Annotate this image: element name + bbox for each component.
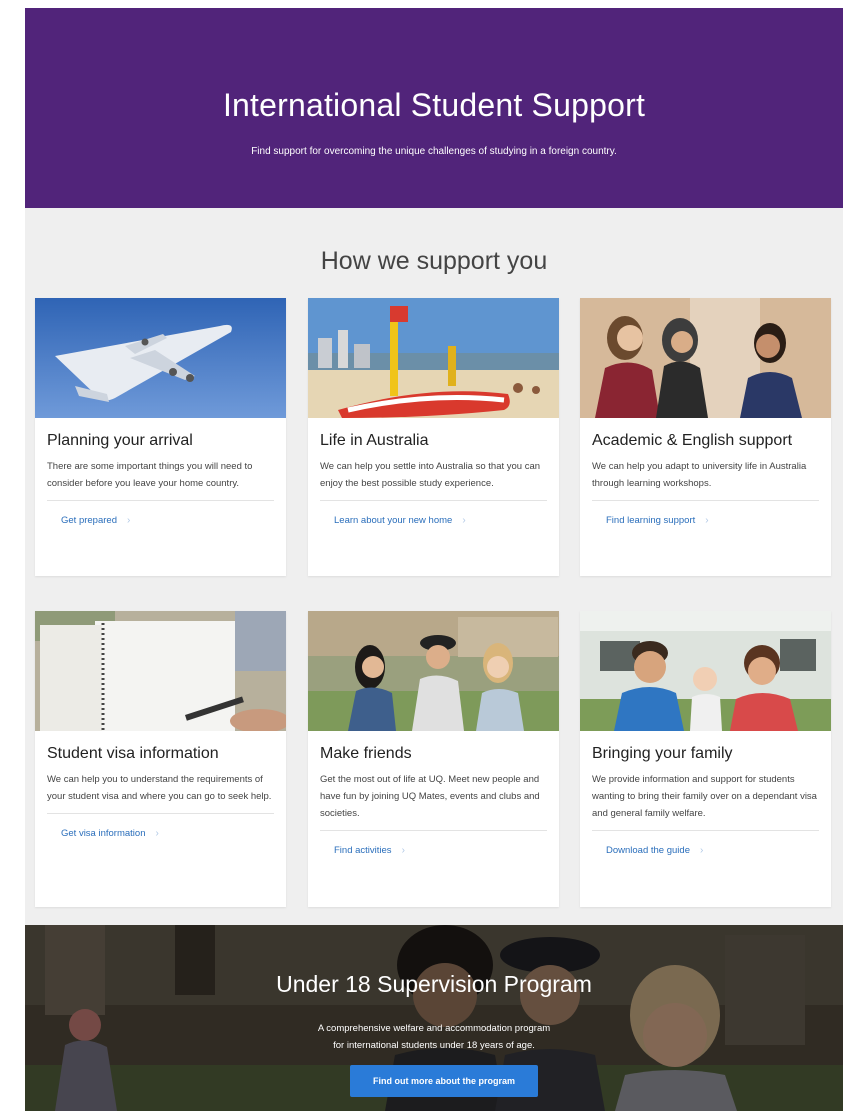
under18-title: Under 18 Supervision Program bbox=[276, 971, 592, 997]
chevron-right-icon: › bbox=[401, 845, 405, 856]
chevron-right-icon: › bbox=[126, 515, 131, 526]
under18-description: A comprehensive welfare and accommodatio… bbox=[317, 1023, 551, 1051]
chevron-right-icon: › bbox=[462, 515, 466, 526]
card-divider bbox=[47, 500, 274, 501]
find-activities-link[interactable]: Find activities › bbox=[334, 843, 547, 859]
hero-banner: International Student Support Find suppo… bbox=[25, 8, 843, 208]
card-title: Bringing your family bbox=[592, 745, 733, 762]
card-title: Life in Australia bbox=[320, 432, 429, 449]
card-student-visa: Student visa information We can help you… bbox=[35, 611, 286, 907]
section-heading: How we support you bbox=[320, 247, 548, 275]
card-planning-arrival: Planning your arrival There are some imp… bbox=[35, 298, 286, 576]
chevron-right-icon: › bbox=[699, 845, 704, 856]
airplane-photo bbox=[35, 298, 286, 418]
page-title: International Student Support bbox=[222, 87, 646, 123]
page-subtitle: Find support for overcoming the unique c… bbox=[251, 146, 617, 157]
family-photo bbox=[580, 611, 831, 731]
find-out-more-button[interactable]: Find out more about the program bbox=[350, 1065, 538, 1097]
chevron-right-icon: › bbox=[155, 828, 159, 839]
card-title: Academic & English support bbox=[592, 432, 793, 449]
card-description: We provide information and support for s… bbox=[592, 774, 817, 819]
card-academic-english: Academic & English support We can help y… bbox=[580, 298, 831, 576]
chevron-right-icon: › bbox=[705, 515, 709, 526]
find-learning-support-link[interactable]: Find learning support › bbox=[606, 513, 819, 529]
under18-banner: Under 18 Supervision Program A comprehen… bbox=[25, 925, 843, 1111]
card-bringing-family: Bringing your family We provide informat… bbox=[580, 611, 831, 907]
learn-new-home-link[interactable]: Learn about your new home › bbox=[334, 513, 547, 529]
card-make-friends: Make friends Get the most out of life at… bbox=[308, 611, 559, 907]
card-life-in-australia: Life in Australia We can help you settle… bbox=[308, 298, 559, 576]
card-title: Student visa information bbox=[47, 745, 219, 762]
card-description: We can help you adapt to university life… bbox=[592, 461, 807, 489]
card-divider bbox=[592, 830, 819, 831]
support-section: How we support you Planning your arrival bbox=[25, 208, 843, 925]
card-divider bbox=[320, 500, 547, 501]
card-title: Planning your arrival bbox=[47, 432, 193, 449]
students-talking-photo bbox=[580, 298, 831, 418]
card-description: There are some important things you will… bbox=[47, 461, 253, 489]
get-prepared-link[interactable]: Get prepared › bbox=[61, 513, 274, 529]
card-description: We can help you to understand the requir… bbox=[47, 774, 272, 802]
get-visa-information-link[interactable]: Get visa information › bbox=[61, 826, 274, 842]
card-divider bbox=[47, 813, 274, 814]
friends-photo bbox=[308, 611, 559, 731]
card-description: We can help you settle into Australia so… bbox=[320, 461, 541, 489]
card-divider bbox=[320, 830, 547, 831]
card-title: Make friends bbox=[320, 745, 412, 762]
card-divider bbox=[592, 500, 819, 501]
card-description: Get the most out of life at UQ. Meet new… bbox=[320, 774, 540, 819]
beach-photo bbox=[308, 298, 559, 418]
notebook-photo bbox=[35, 611, 286, 731]
download-guide-link[interactable]: Download the guide › bbox=[606, 843, 819, 859]
